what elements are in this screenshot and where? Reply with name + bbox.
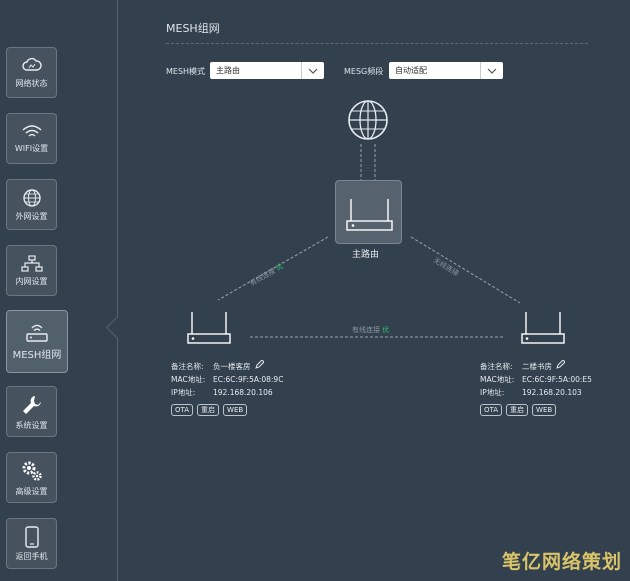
- node-actions-left: OTA 重启 WEB: [171, 404, 248, 416]
- node-actions-right: OTA 重启 WEB: [480, 404, 557, 416]
- reboot-button[interactable]: 重启: [197, 404, 220, 416]
- web-button[interactable]: WEB: [223, 404, 248, 416]
- router-icon[interactable]: [516, 306, 570, 348]
- watermark: 笔亿网络策划: [502, 551, 623, 573]
- bottom-link-status: 优: [382, 326, 390, 334]
- node-info-right: 备注名称: 二楼书房 MAC地址: EC:6C:9F:5A:00:E5 IP地址…: [480, 360, 592, 399]
- node-mac: EC:6C:9F:5A:08:9C: [213, 375, 284, 384]
- node-mac-label: MAC地址:: [480, 375, 515, 384]
- node-ip: 192.168.20.103: [522, 388, 582, 397]
- node-info-left: 备注名称: 负一楼客房 MAC地址: EC:6C:9F:5A:08:9C IP地…: [171, 360, 283, 399]
- node-name: 二楼书房: [522, 362, 552, 371]
- node-mac-label: MAC地址:: [171, 375, 206, 384]
- node-name: 负一楼客房: [213, 362, 251, 371]
- edit-icon[interactable]: [254, 360, 264, 369]
- node-ip-label: IP地址:: [480, 388, 505, 397]
- node-ip: 192.168.20.106: [213, 388, 273, 397]
- node-name-label: 备注名称:: [480, 362, 513, 371]
- reboot-button[interactable]: 重启: [506, 404, 529, 416]
- edit-icon[interactable]: [556, 360, 565, 369]
- web-button[interactable]: WEB: [532, 404, 557, 416]
- node-name-label: 备注名称:: [171, 362, 204, 371]
- bottom-link-label: 有线连接 优: [352, 325, 389, 335]
- ota-button[interactable]: OTA: [171, 404, 194, 416]
- mesh-links: [217, 236, 521, 338]
- bottom-link-type: 有线连接: [352, 326, 380, 334]
- ota-button[interactable]: OTA: [480, 404, 503, 416]
- node-mac: EC:6C:9F:5A:00:E5: [522, 375, 592, 384]
- router-icon[interactable]: [182, 306, 236, 348]
- node-ip-label: IP地址:: [171, 388, 196, 397]
